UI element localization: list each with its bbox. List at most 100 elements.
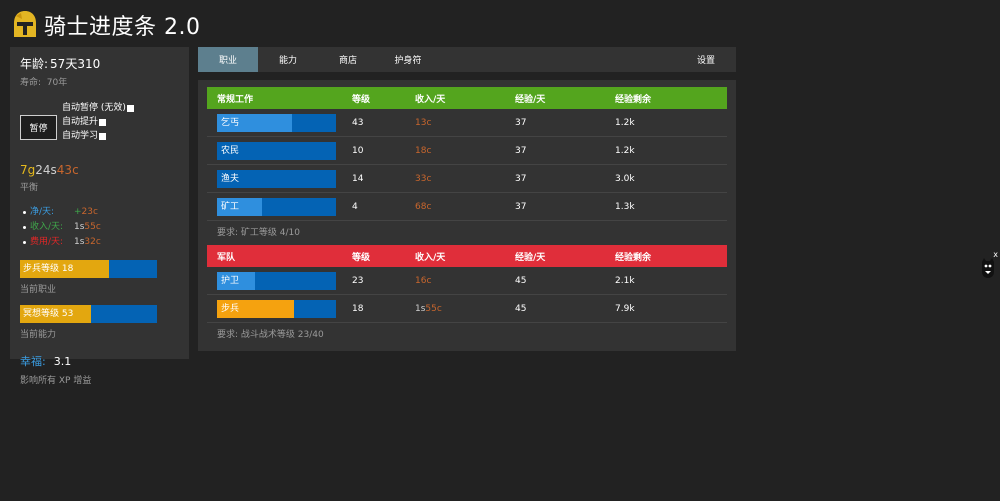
job-name: 乞丐 bbox=[221, 117, 240, 128]
auto-options: 自动暂停 (无效) 自动提升 自动学习 bbox=[62, 101, 134, 143]
age-label: 年龄: bbox=[20, 57, 49, 71]
current-skill-label: 冥想等级 53 bbox=[23, 309, 74, 319]
app-title: 骑士进度条 2.0 bbox=[44, 15, 201, 40]
job-xp: 37 bbox=[515, 117, 527, 128]
job-income: 18c bbox=[415, 145, 432, 156]
gold-amount: 7g bbox=[20, 163, 36, 177]
tab-spacer bbox=[438, 47, 676, 72]
job-name: 渔夫 bbox=[221, 173, 240, 184]
job-xp: 37 bbox=[515, 173, 527, 184]
auto-promote-checkbox[interactable] bbox=[99, 118, 107, 126]
job-xp-left: 1.3k bbox=[615, 201, 635, 212]
job-level: 23 bbox=[352, 275, 364, 286]
category-name: 军队 bbox=[217, 252, 236, 263]
tab-amulet[interactable]: 护身符 bbox=[378, 47, 438, 72]
income-per-day-label: 收入/天: bbox=[30, 222, 64, 232]
job-income: 13c bbox=[415, 117, 432, 128]
job-row-footman: 步兵 18 1s55c 45 7.9k bbox=[207, 295, 727, 323]
job-row-farmer: 农民 10 18c 37 1.2k bbox=[207, 137, 727, 165]
balance-label: 平衡 bbox=[20, 183, 39, 193]
job-name: 步兵 bbox=[221, 303, 240, 314]
current-job-label: 步兵等级 18 bbox=[23, 264, 74, 274]
job-xp-left: 1.2k bbox=[615, 117, 635, 128]
job-progress-bar[interactable]: 渔夫 bbox=[217, 169, 336, 188]
job-xp: 45 bbox=[515, 303, 527, 314]
app-header: 骑士进度条 2.0 bbox=[12, 8, 200, 42]
auto-pause-label: 自动暂停 (无效) bbox=[62, 103, 126, 113]
auto-learn-option: 自动学习 bbox=[62, 129, 134, 143]
expense-per-day-copper: 32c bbox=[84, 237, 101, 247]
tab-jobs[interactable]: 职业 bbox=[198, 47, 258, 72]
knight-helmet-icon bbox=[14, 11, 36, 37]
job-progress-bar[interactable]: 矿工 bbox=[217, 197, 336, 216]
auto-learn-checkbox[interactable] bbox=[99, 132, 107, 140]
net-per-day-sign: + bbox=[74, 207, 82, 217]
job-row-guard: 护卫 23 16c 45 2.1k bbox=[207, 267, 727, 295]
job-progress-bar[interactable]: 乞丐 bbox=[217, 113, 336, 132]
job-progress-bar[interactable]: 护卫 bbox=[217, 271, 336, 290]
job-xp: 37 bbox=[515, 145, 527, 156]
job-progress-bar[interactable]: 农民 bbox=[217, 141, 336, 160]
column-xp: 经验/天 bbox=[515, 252, 546, 263]
bullet-icon bbox=[23, 226, 26, 229]
job-progress-bar[interactable]: 步兵 bbox=[217, 299, 336, 318]
requirement-text: 要求: 战斗战术等级 23/40 bbox=[217, 330, 324, 340]
jobs-panel: 常规工作 等级 收入/天 经验/天 经验剩余 乞丐 43 13c 37 1.2k… bbox=[198, 80, 736, 351]
lifespan-row: 寿命: 70年 bbox=[20, 75, 179, 88]
job-level: 43 bbox=[352, 117, 364, 128]
coin-balance: 7g24s43c bbox=[20, 163, 179, 177]
job-cell: 渔夫 bbox=[207, 169, 352, 188]
cat-mascot-icon[interactable] bbox=[980, 256, 996, 280]
job-level: 14 bbox=[352, 173, 364, 184]
pause-button[interactable]: 暂停 bbox=[20, 115, 57, 140]
job-name: 农民 bbox=[221, 145, 240, 156]
tab-bar: 职业 能力 商店 护身符 设置 bbox=[198, 47, 736, 72]
job-cell: 矿工 bbox=[207, 197, 352, 216]
age-row: 年龄: 57天310 bbox=[20, 55, 179, 72]
income-per-day-copper: 55c bbox=[84, 222, 101, 232]
column-income: 收入/天 bbox=[415, 252, 446, 263]
job-row-beggar: 乞丐 43 13c 37 1.2k bbox=[207, 109, 727, 137]
job-xp: 37 bbox=[515, 201, 527, 212]
column-income: 收入/天 bbox=[415, 94, 446, 105]
net-per-day-row: 净/天: +23c bbox=[20, 205, 179, 220]
auto-promote-option: 自动提升 bbox=[62, 115, 134, 129]
current-job-bar: 步兵等级 18 bbox=[20, 260, 157, 278]
job-income: 33c bbox=[415, 173, 432, 184]
job-income: 1s55c bbox=[415, 304, 515, 314]
job-cell: 护卫 bbox=[207, 271, 352, 290]
current-job-caption: 当前职业 bbox=[20, 285, 57, 295]
net-per-day-value: 23c bbox=[81, 207, 98, 217]
income-per-day-silver: 1s bbox=[74, 222, 85, 232]
job-row-miner: 矿工 4 68c 37 1.3k bbox=[207, 193, 727, 221]
job-xp-left: 3.0k bbox=[615, 173, 635, 184]
auto-learn-label: 自动学习 bbox=[62, 131, 99, 141]
tab-settings[interactable]: 设置 bbox=[676, 47, 736, 72]
bullet-icon bbox=[23, 211, 26, 214]
tab-shop[interactable]: 商店 bbox=[318, 47, 378, 72]
category-header-common: 常规工作 等级 收入/天 经验/天 经验剩余 bbox=[207, 87, 727, 109]
status-sidebar: 年龄: 57天310 寿命: 70年 暂停 自动暂停 (无效) 自动提升 自动学习… bbox=[10, 47, 189, 386]
job-income: 68c bbox=[415, 201, 432, 212]
bullet-icon bbox=[23, 241, 26, 244]
happiness-label: 幸福: bbox=[20, 355, 46, 368]
column-level: 等级 bbox=[352, 94, 371, 105]
lifespan-label: 寿命: bbox=[20, 78, 42, 88]
pause-controls: 暂停 自动暂停 (无效) 自动提升 自动学习 bbox=[20, 101, 179, 157]
expense-per-day-silver: 1s bbox=[74, 237, 85, 247]
lifespan-value: 70年 bbox=[46, 78, 68, 88]
net-per-day-label: 净/天: bbox=[30, 207, 55, 217]
job-row-fisherman: 渔夫 14 33c 37 3.0k bbox=[207, 165, 727, 193]
requirement-text: 要求: 矿工等级 4/10 bbox=[217, 228, 300, 238]
current-skill-bar: 冥想等级 53 bbox=[20, 305, 157, 323]
expense-per-day-row: 费用/天: 1s 32c bbox=[20, 235, 179, 250]
happiness-row: 幸福: 3.1 bbox=[20, 353, 179, 369]
job-xp-left: 2.1k bbox=[615, 275, 635, 286]
job-xp-left: 7.9k bbox=[615, 303, 635, 314]
auto-pause-checkbox[interactable] bbox=[126, 104, 134, 112]
happiness-value: 3.1 bbox=[53, 355, 72, 368]
column-level: 等级 bbox=[352, 252, 371, 263]
tab-skills[interactable]: 能力 bbox=[258, 47, 318, 72]
job-income-copper: 55c bbox=[425, 303, 442, 314]
job-level: 4 bbox=[352, 201, 358, 212]
